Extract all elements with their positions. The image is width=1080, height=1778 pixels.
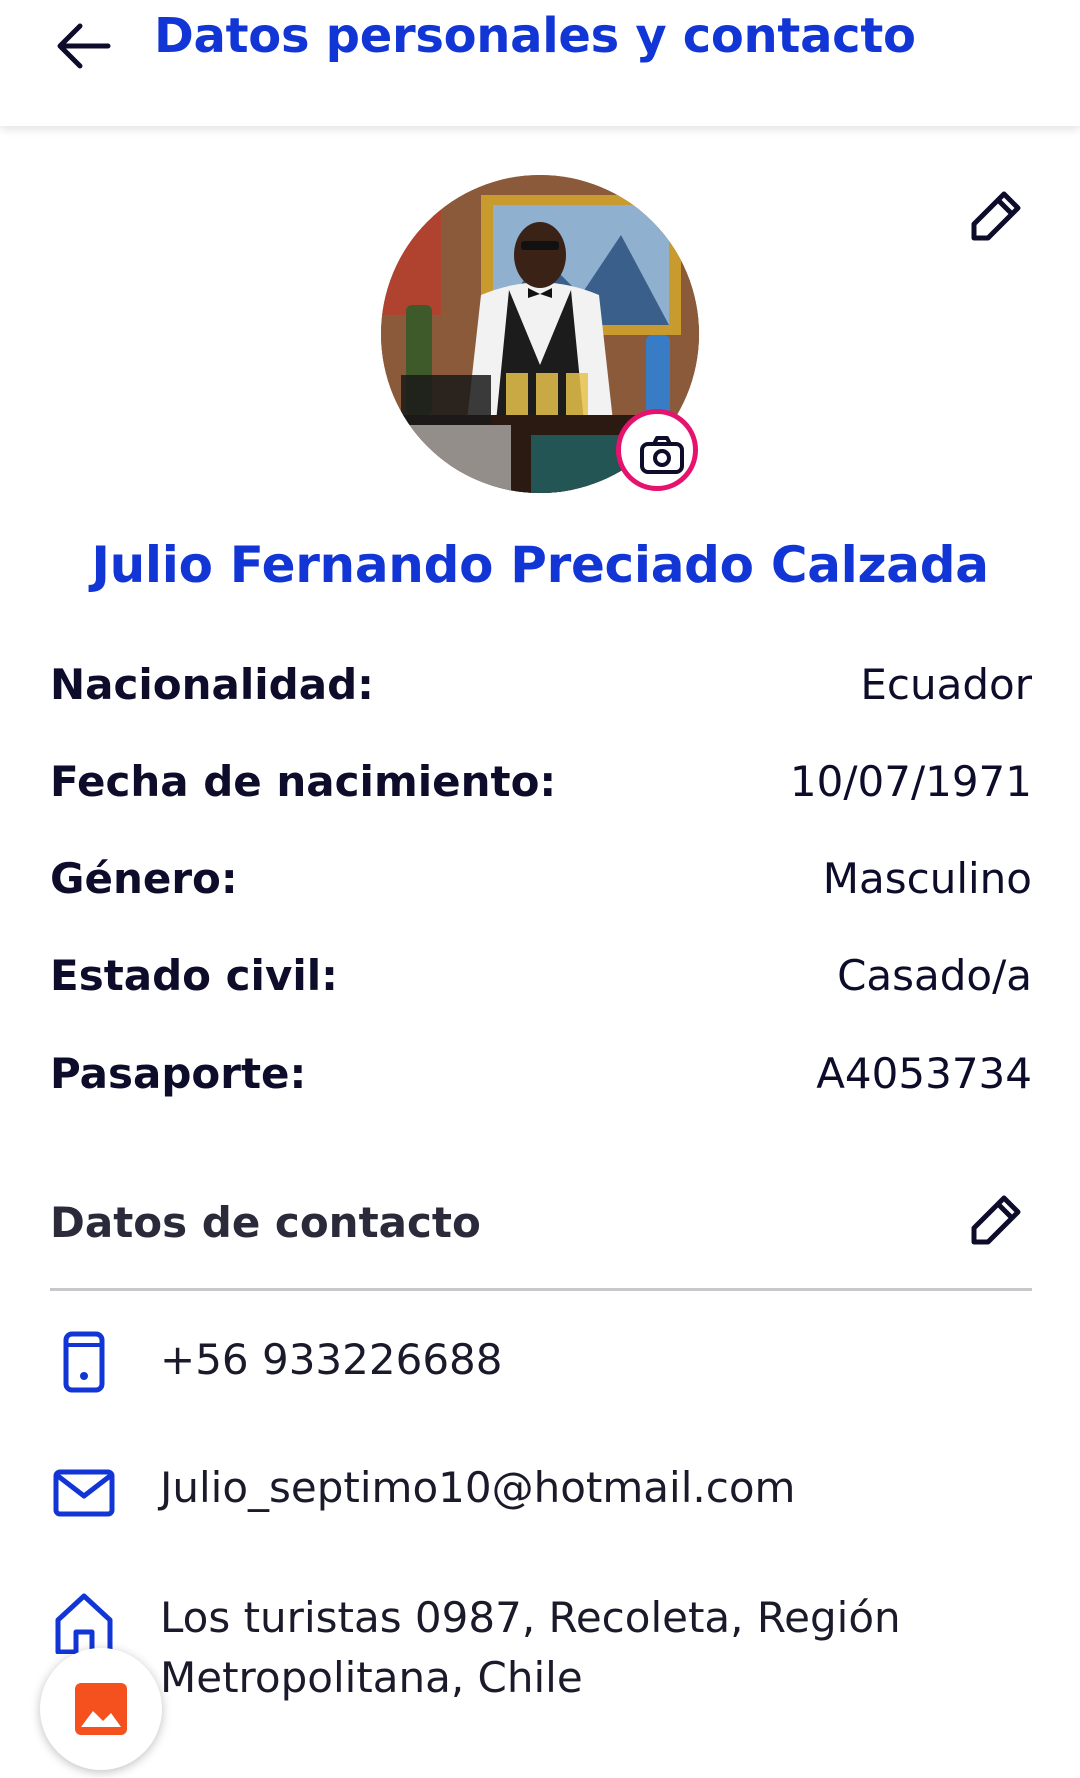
- edit-profile-button[interactable]: [966, 186, 1026, 246]
- camera-icon: [640, 436, 684, 474]
- contact-phone[interactable]: +56 933226688: [160, 1330, 1030, 1390]
- info-value: Ecuador: [860, 660, 1032, 709]
- edit-contact-button[interactable]: [966, 1190, 1026, 1250]
- address-line-1: Los turistas 0987, Recoleta, Región: [160, 1593, 901, 1642]
- info-value: 10/07/1971: [789, 757, 1032, 806]
- address-line-2: Metropolitana, Chile: [160, 1653, 583, 1702]
- arrow-left-icon: [57, 23, 111, 69]
- pencil-icon: [971, 191, 1021, 241]
- info-value: Casado/a: [837, 951, 1032, 1000]
- info-row-marital-status: Estado civil: Casado/a: [50, 951, 1032, 1011]
- info-label: Pasaporte:: [50, 1049, 307, 1098]
- info-row-birthdate: Fecha de nacimiento: 10/07/1971: [50, 757, 1032, 817]
- page-title: Datos personales y contacto: [154, 8, 916, 64]
- pencil-icon: [971, 1195, 1021, 1245]
- change-photo-button[interactable]: [616, 409, 698, 491]
- email-icon: [52, 1460, 116, 1524]
- phone-icon: [52, 1330, 116, 1394]
- info-row-passport: Pasaporte: A4053734: [50, 1049, 1032, 1109]
- profile-name: Julio Fernando Preciado Calzada: [91, 536, 989, 594]
- back-button[interactable]: [52, 14, 116, 78]
- info-label: Fecha de nacimiento:: [50, 757, 557, 806]
- info-row-gender: Género: Masculino: [50, 854, 1032, 914]
- app-bar: Datos personales y contacto: [0, 0, 1080, 126]
- home-icon: [52, 1590, 116, 1655]
- contact-email[interactable]: Julio_septimo10@hotmail.com: [160, 1458, 1030, 1518]
- info-row-nationality: Nacionalidad: Ecuador: [50, 660, 1032, 720]
- info-label: Estado civil:: [50, 951, 338, 1000]
- contact-address: Los turistas 0987, Recoleta, Región Metr…: [160, 1588, 1030, 1708]
- contact-section-title: Datos de contacto: [50, 1198, 481, 1247]
- divider: [50, 1288, 1032, 1291]
- info-value: A4053734: [816, 1049, 1032, 1098]
- info-value: Masculino: [822, 854, 1032, 903]
- info-label: Género:: [50, 854, 238, 903]
- gallery-fab[interactable]: [40, 1648, 162, 1770]
- image-icon: [75, 1683, 127, 1735]
- info-label: Nacionalidad:: [50, 660, 374, 709]
